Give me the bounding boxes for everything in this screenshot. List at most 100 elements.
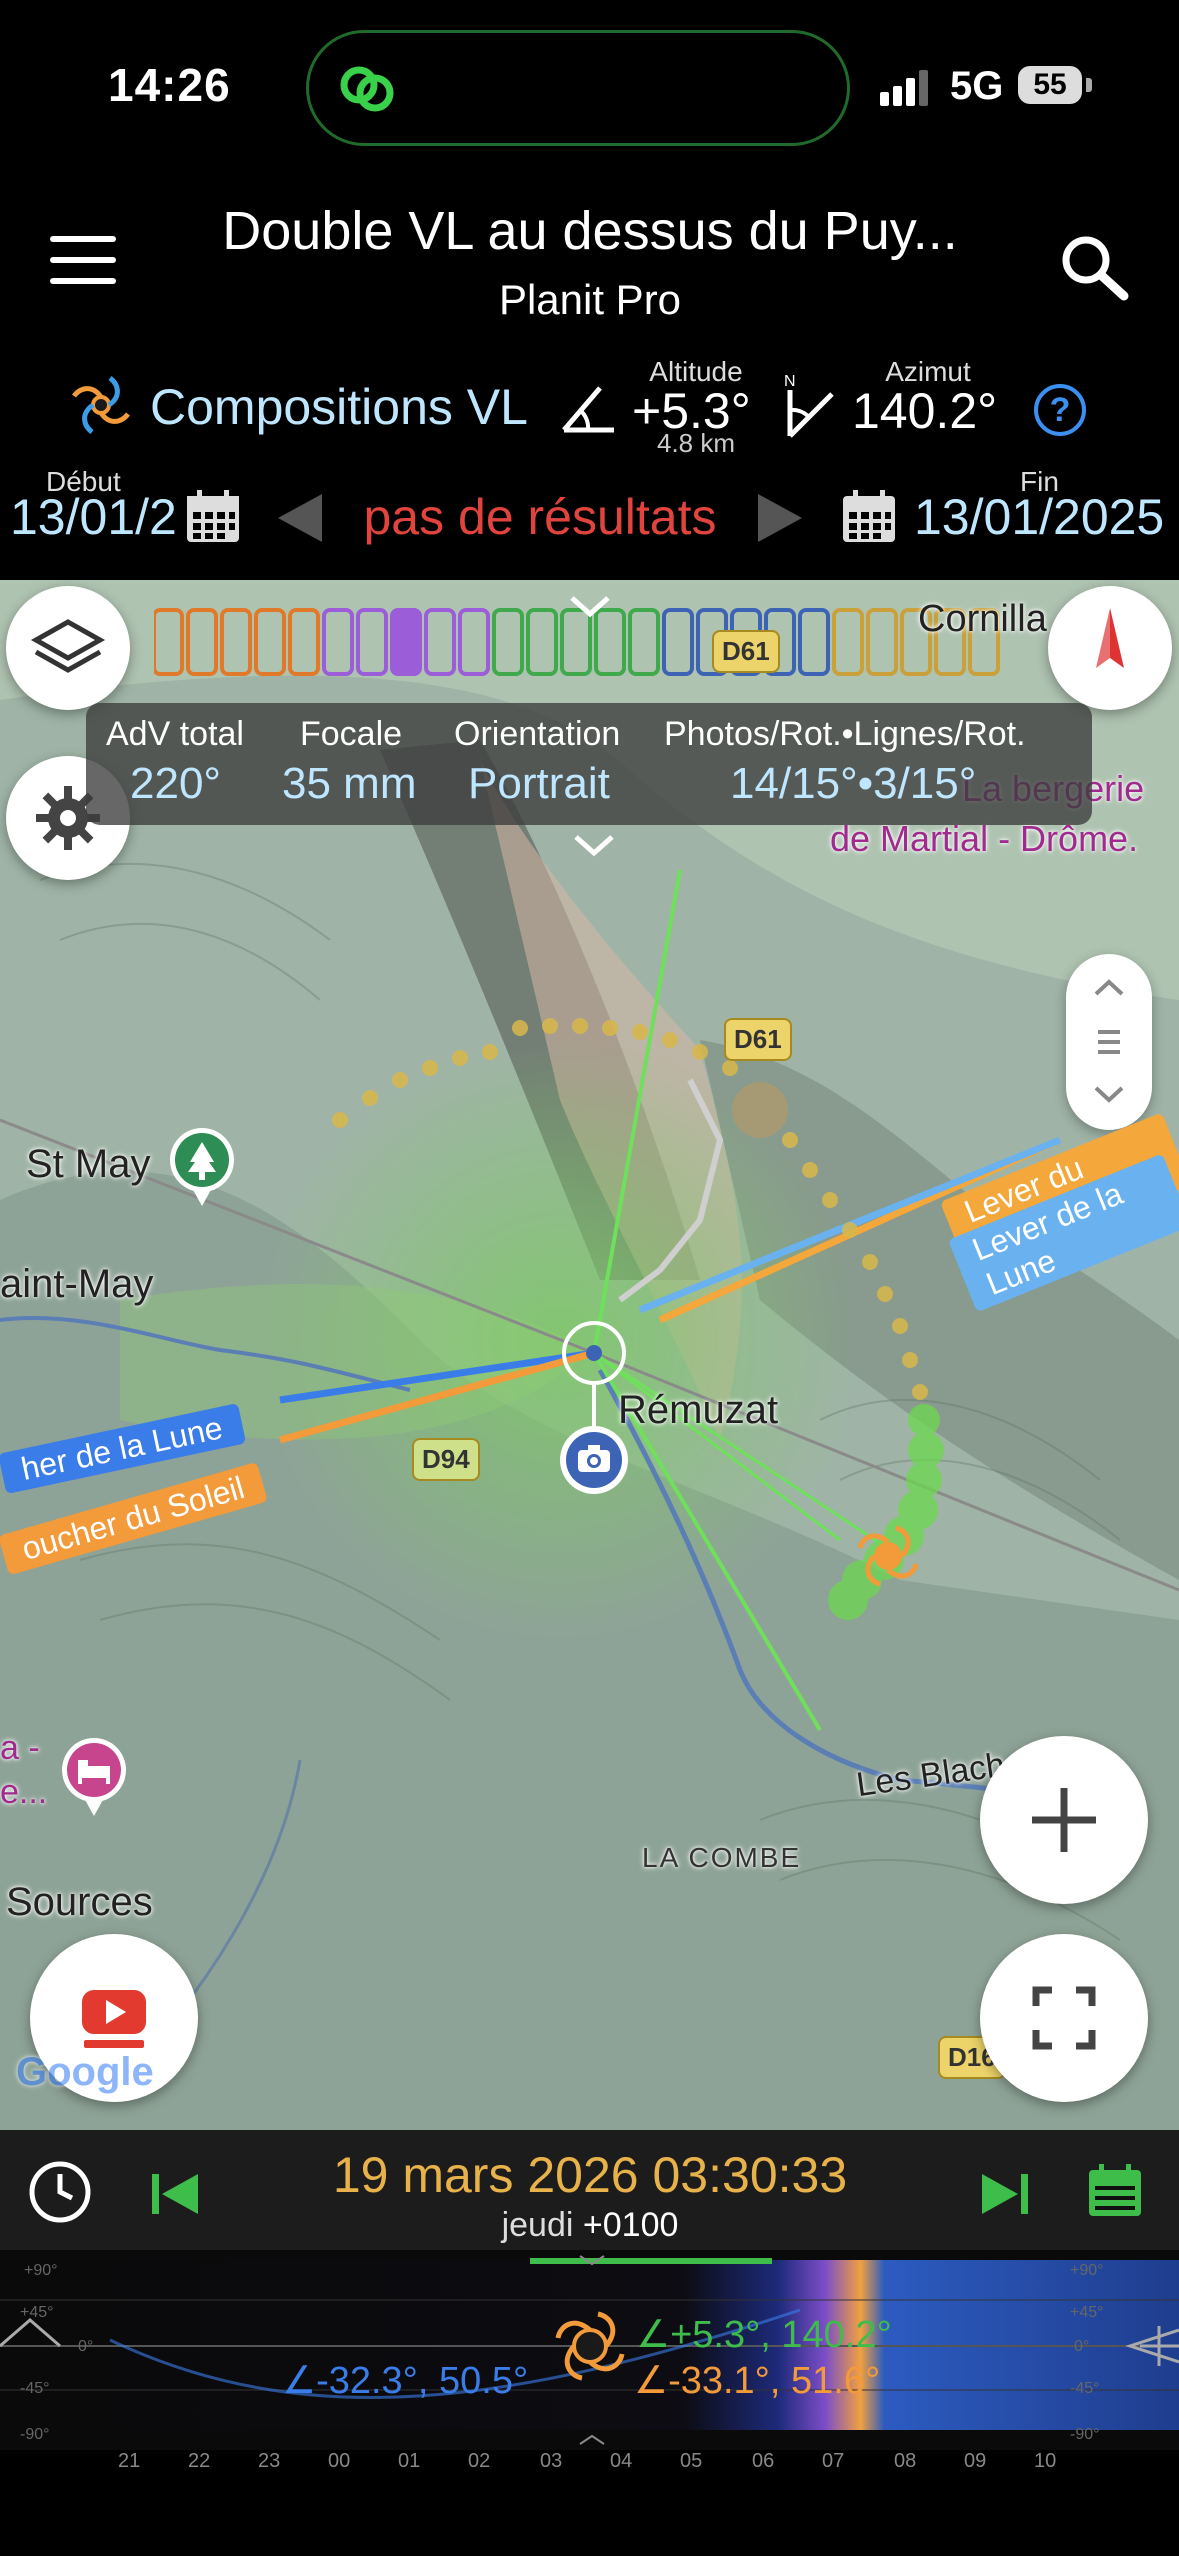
place-label: aint-May: [0, 1262, 154, 1306]
calendar-icon[interactable]: [184, 488, 242, 546]
alt-mark: +45°: [20, 2304, 54, 2321]
hour-tick: 08: [894, 2450, 917, 2472]
chevron-down-icon[interactable]: [572, 833, 616, 859]
fullscreen-button[interactable]: [980, 1934, 1148, 2102]
orientation-caption: Orientation: [454, 715, 621, 753]
signal-icon: [880, 70, 932, 106]
link-chain-icon: [340, 66, 394, 112]
timeline-graph: [0, 2255, 1179, 2445]
alt-mark: 0°: [78, 2338, 94, 2355]
add-button[interactable]: [980, 1736, 1148, 1904]
page-title: Double VL au dessus du Puy...: [222, 201, 958, 261]
moon-readout: ∠-32.3°, 50.5°: [282, 2360, 529, 2402]
dynamic-island[interactable]: [306, 30, 850, 146]
park-pin-icon[interactable]: [166, 1126, 238, 1212]
selected-datetime[interactable]: 19 mars 2026 03:30:33: [250, 2146, 930, 2204]
hour-tick: 03: [540, 2450, 563, 2472]
alt-mark: -90°: [1070, 2426, 1100, 2443]
network-label: 5G: [950, 64, 1004, 108]
focal-value: 35 mm: [282, 759, 417, 808]
svg-text:N: N: [784, 373, 796, 390]
menu-icon[interactable]: [50, 236, 116, 286]
road-label: D61: [712, 630, 780, 673]
plus-icon: [1032, 1788, 1096, 1852]
status-time: 14:26: [108, 59, 231, 111]
start-date[interactable]: 13/01/2: [10, 488, 177, 546]
composition-info-panel[interactable]: AdV total 220° Focale 35 mm Orientation …: [86, 703, 1092, 857]
date-label: 19 mars 2026: [332, 2147, 639, 2203]
hour-tick: 01: [398, 2450, 421, 2472]
photos-caption: Photos/Rot.•Lignes/Rot.: [664, 715, 1026, 753]
weekday-label: jeudi: [501, 2206, 574, 2244]
fov-value: 220°: [130, 759, 222, 808]
place-label: a - e...: [0, 1729, 48, 1811]
battery-tip: [1086, 78, 1092, 92]
alt-mark: +90°: [1070, 2262, 1104, 2279]
focal-caption: Focale: [300, 715, 403, 753]
hour-tick: 23: [258, 2450, 281, 2472]
weekday-offset: jeudi +0100: [250, 2206, 930, 2245]
composition-selector[interactable]: Compositions VL: [150, 378, 528, 436]
timeline-scrubber[interactable]: +45° +45° +90° +90° 0° 0° -45° -45° -90°…: [0, 2250, 1179, 2450]
panel-handle[interactable]: [1066, 954, 1152, 1130]
hour-tick: 10: [1034, 2450, 1057, 2472]
elevation-angle-icon: [562, 386, 614, 433]
skip-back-icon[interactable]: [148, 2168, 204, 2220]
layers-button[interactable]: [6, 586, 130, 710]
road-label: D94: [412, 1438, 480, 1481]
road-label: D61: [724, 1018, 792, 1061]
alt-mark: -45°: [1070, 2380, 1100, 2397]
camera-pin-icon[interactable]: [558, 1424, 630, 1504]
hour-tick: 04: [610, 2450, 633, 2472]
end-date[interactable]: 13/01/2025: [914, 488, 1164, 546]
place-label: Rémuzat: [618, 1388, 779, 1432]
search-icon[interactable]: [1054, 228, 1134, 308]
place-label: Cornilla: [918, 598, 1047, 640]
alt-mark: -90°: [20, 2426, 50, 2443]
place-label: Sources: [6, 1880, 153, 1924]
previous-result-button[interactable]: [278, 494, 322, 542]
sun-position-readout: ∠-33.1°, 51.6°: [634, 2360, 881, 2402]
alt-mark: 0°: [1074, 2338, 1090, 2355]
azimuth-value: 140.2°: [852, 383, 998, 439]
skip-forward-icon[interactable]: [976, 2168, 1032, 2220]
alt-mark: -45°: [20, 2380, 50, 2397]
hour-tick: 06: [752, 2450, 775, 2472]
compass-icon: [1096, 608, 1124, 668]
hour-tick: 02: [468, 2450, 491, 2472]
place-label: LA COMBE: [642, 1842, 802, 1873]
scroll-handle-icon: [1094, 979, 1124, 1103]
calendar-icon[interactable]: [1086, 2162, 1144, 2220]
lodging-pin-icon[interactable]: [58, 1736, 130, 1822]
map-attribution: Google: [16, 2050, 154, 2094]
hour-tick: 21: [118, 2450, 141, 2472]
next-result-button[interactable]: [758, 494, 802, 542]
alt-mark: +90°: [24, 2262, 58, 2279]
page-subtitle: Planit Pro: [498, 276, 682, 323]
time-label: 03:30:33: [652, 2147, 848, 2203]
alt-mark: +45°: [1070, 2304, 1104, 2321]
sun-readout: ∠+5.3°, 140.2°: [636, 2314, 892, 2356]
chevron-down-icon[interactable]: [568, 594, 612, 620]
compass-button[interactable]: [1048, 586, 1172, 710]
hour-tick: 00: [328, 2450, 351, 2472]
battery-icon: 55: [1018, 66, 1082, 104]
sun-spiral-icon[interactable]: [62, 366, 140, 444]
azimuth-icon: N: [784, 373, 834, 438]
clock-icon[interactable]: [26, 2158, 94, 2226]
place-label: St May: [26, 1142, 151, 1186]
photos-value: 14/15°•3/15°: [730, 759, 977, 808]
help-icon[interactable]: ?: [1034, 384, 1086, 436]
layers-icon: [30, 619, 106, 673]
hour-tick: 07: [822, 2450, 845, 2472]
hour-tick: 05: [680, 2450, 703, 2472]
altitude-distance: 4.8 km: [656, 428, 736, 458]
utc-offset: +0100: [582, 2206, 679, 2244]
fov-caption: AdV total: [106, 715, 244, 753]
calendar-icon[interactable]: [840, 488, 898, 546]
hour-tick: 22: [188, 2450, 211, 2472]
fullscreen-icon: [1032, 1986, 1096, 2050]
hour-tick: 09: [964, 2450, 987, 2472]
search-status: pas de résultats: [363, 489, 717, 545]
orientation-value: Portrait: [468, 759, 610, 808]
